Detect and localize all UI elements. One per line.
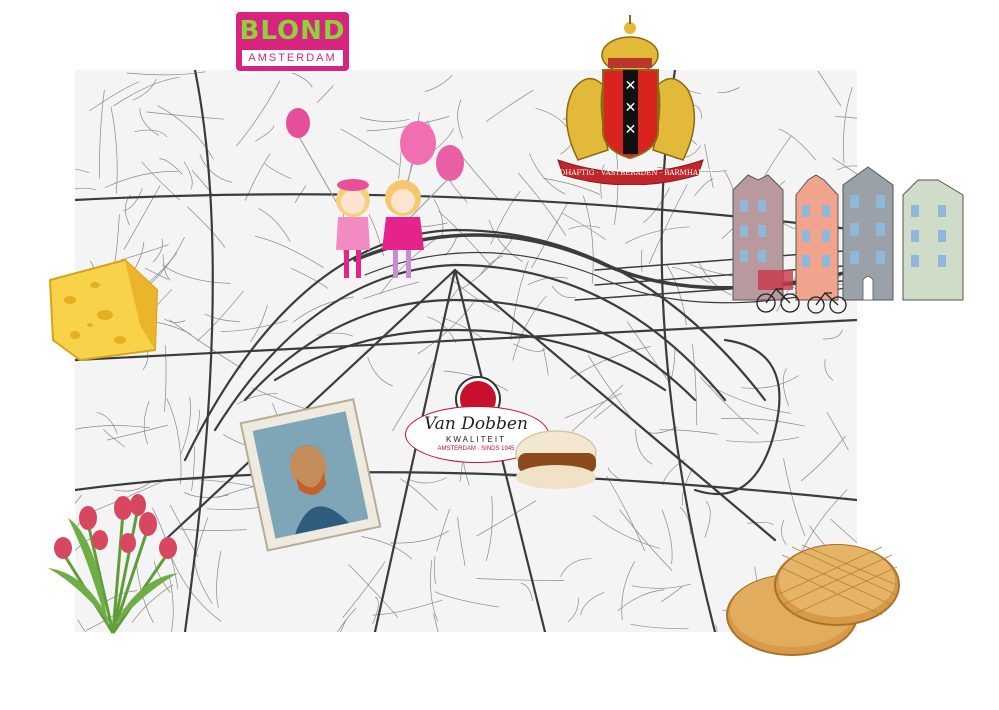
lion-left-icon: [565, 77, 609, 161]
girl-left-icon: [336, 179, 370, 278]
blond-amsterdam-logo: BLOND AMSTERDAM: [234, 10, 351, 73]
croquette-icon: [515, 430, 597, 489]
svg-text:✕: ✕: [625, 122, 637, 138]
logo-line1: BLOND: [239, 16, 346, 46]
shield-icon: ✕ ✕ ✕: [602, 69, 659, 160]
girl-right-icon: [382, 180, 424, 278]
canal-house-icon: [842, 166, 894, 301]
lion-right-icon: [652, 77, 696, 161]
stroopwafel-icon: [726, 544, 900, 656]
imperial-crown-icon: [601, 15, 659, 74]
canal-houses-icon: [732, 166, 964, 314]
van-gogh-portrait-icon: [239, 398, 382, 552]
amsterdam-coat-of-arms-icon: ✕ ✕ ✕ HELDHAFTIG · VASTBERADEN · BARMHAR…: [548, 15, 713, 185]
balloons-girls-icon: [286, 108, 464, 278]
svg-text:✕: ✕: [625, 100, 637, 116]
motto-text: HELDHAFTIG · VASTBERADEN · BARMHARTIG: [548, 169, 713, 177]
svg-text:✕: ✕: [625, 78, 637, 94]
tulips-icon: [48, 494, 178, 634]
canal-house-icon: [795, 174, 839, 301]
cheese-icon: [48, 258, 159, 362]
logo-line2: AMSTERDAM: [242, 50, 343, 66]
balloon-icon: [286, 108, 339, 206]
canal-house-icon: [902, 179, 964, 301]
